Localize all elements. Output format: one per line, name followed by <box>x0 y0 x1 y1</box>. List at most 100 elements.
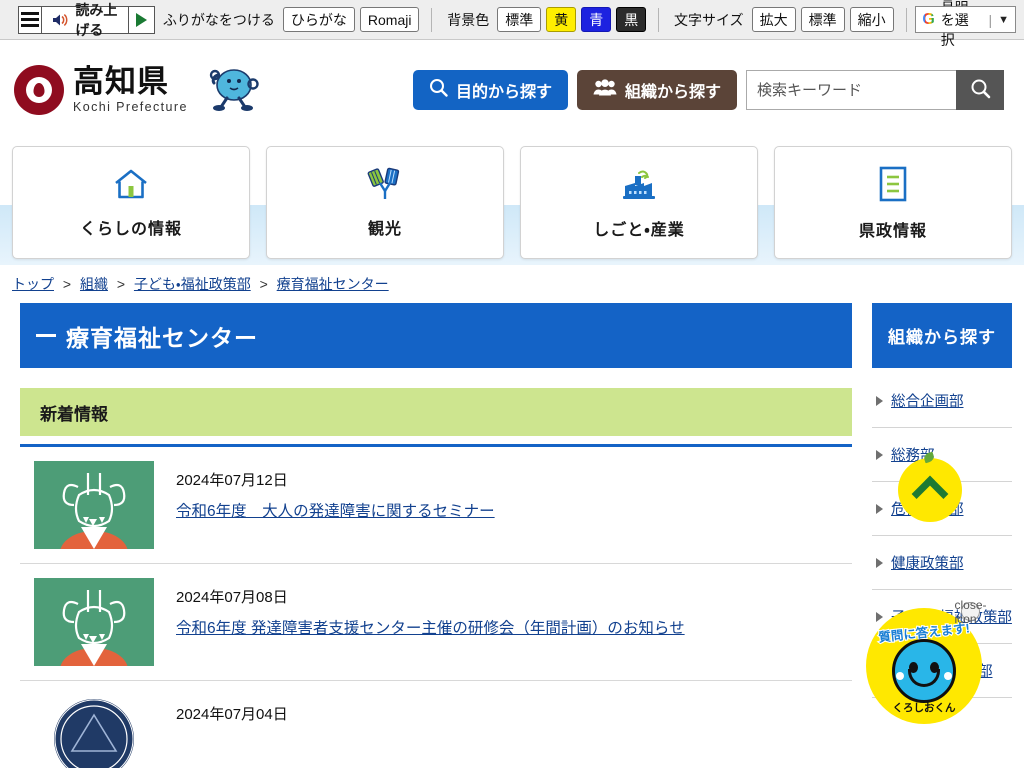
chevron-up-icon <box>911 475 949 513</box>
gnav-card-tourism[interactable]: 観光 <box>266 146 504 259</box>
search-submit-button[interactable] <box>956 70 1004 110</box>
bgcolor-blue-button[interactable]: 青 <box>581 7 612 32</box>
news-heading-label: 新着情報 <box>40 404 108 424</box>
furigana-hiragana-button[interactable]: ひらがな <box>282 7 355 32</box>
fontsize-smaller-button[interactable]: 縮小 <box>849 7 894 32</box>
sidebar-item-label[interactable]: 健康政策部 <box>891 552 964 573</box>
logo-text: 高知県 Kochi Prefecture <box>73 66 188 114</box>
news-item[interactable]: 2024年07月12日 令和6年度 大人の発達障害に関するセミナー <box>20 447 852 564</box>
logo-title-en: Kochi Prefecture <box>73 100 188 115</box>
gnav-card-prefectural-info[interactable]: 県政情報 <box>774 146 1012 259</box>
gnav-card-work-industry[interactable]: しごと・産業 <box>520 146 758 259</box>
toolbar-divider <box>658 7 659 32</box>
hamburger-menu-icon[interactable] <box>19 6 43 33</box>
title-dash-icon <box>36 334 56 337</box>
speaker-icon <box>51 12 71 28</box>
breadcrumb-item-top[interactable]: トップ <box>12 276 54 292</box>
festival-flag-icon <box>365 167 405 206</box>
chatbot-name-label: くろしおくん <box>892 702 956 714</box>
breadcrumb: トップ > 組織 > 子ども・福祉政策部 > 療育福祉センター <box>0 265 1024 303</box>
sidebar-heading: 組織から探す <box>872 303 1012 368</box>
site-logo[interactable]: 高知県 Kochi Prefecture <box>14 61 261 119</box>
close-icon[interactable]: close-icon <box>955 598 987 626</box>
fontsize-larger-button[interactable]: 拡大 <box>751 7 796 32</box>
people-group-icon <box>593 78 617 102</box>
bgcolor-yellow-button[interactable]: 黄 <box>546 7 577 32</box>
scroll-to-top-button[interactable] <box>898 458 962 522</box>
search-input[interactable] <box>746 70 956 110</box>
chevron-down-icon: ▼ <box>998 13 1009 26</box>
news-title-link[interactable]: 令和6年度 発達障害者支援センター主催の研修会（年間計画）のお知らせ <box>176 620 685 637</box>
gnav-label: 観光 <box>367 220 402 238</box>
sidebar-item-sogo-kikaku[interactable]: 総合企画部 <box>872 374 1012 428</box>
search-icon <box>970 78 991 102</box>
search-by-organization-button[interactable]: 組織から探す <box>576 70 737 110</box>
main-content: 療育福祉センター 新着情報 2024年07月12日 令和6年度 大人の発達障害に… <box>20 303 852 768</box>
factory-icon <box>619 166 659 207</box>
page-layout: 療育福祉センター 新着情報 2024年07月12日 令和6年度 大人の発達障害に… <box>0 303 1024 768</box>
sidebar: 組織から探す 総合企画部 総務部 危機管理部 健康政策部 子ども・福祉政策部 <box>866 303 1012 768</box>
kochi-prefecture-emblem-icon <box>14 65 64 115</box>
search-icon <box>429 78 448 102</box>
page-title-banner: 療育福祉センター <box>20 303 852 368</box>
furigana-label: ふりがなをつける <box>162 11 275 28</box>
news-text: 2024年07月08日 令和6年度 発達障害者支援センター主催の研修会（年間計画… <box>176 578 685 638</box>
toolbar-divider <box>431 7 433 32</box>
language-selector[interactable]: G 言語を選択 | ▼ <box>915 0 1016 48</box>
gnav-card-living-info[interactable]: くらしの情報 <box>12 146 250 259</box>
news-text: 2024年07月04日 <box>176 695 288 733</box>
play-triangle-icon[interactable] <box>129 7 154 33</box>
news-date: 2024年07月08日 <box>176 589 288 606</box>
bgcolor-standard-button[interactable]: 標準 <box>497 7 542 32</box>
news-item[interactable]: 2024年07月04日 <box>20 681 852 768</box>
breadcrumb-item-child-welfare-dept[interactable]: 子ども・福祉政策部 <box>134 276 251 292</box>
news-text: 2024年07月12日 令和6年度 大人の発達障害に関するセミナー <box>176 461 495 521</box>
triangle-right-icon <box>876 395 883 406</box>
sidebar-item-kenko-seisaku[interactable]: 健康政策部 <box>872 536 1012 590</box>
document-list-icon <box>876 165 910 208</box>
fontsize-standard-button[interactable]: 標準 <box>800 7 845 32</box>
toolbar-divider <box>905 7 907 32</box>
news-section-heading: 新着情報 <box>20 388 852 436</box>
triangle-right-icon <box>876 503 883 514</box>
global-navigation: くらしの情報 観光 しごと・産業 県政情報 <box>0 140 1024 265</box>
navy-circular-emblem-thumbnail <box>34 695 154 768</box>
news-date: 2024年07月04日 <box>176 706 288 723</box>
read-aloud-button[interactable]: 読み上げる <box>42 2 130 38</box>
breadcrumb-separator: > <box>62 276 72 292</box>
kuroshio-kun-mascot-icon <box>203 61 261 119</box>
triangle-right-icon <box>876 557 883 568</box>
news-title-link[interactable]: 令和6年度 大人の発達障害に関するセミナー <box>176 503 495 520</box>
google-g-icon: G <box>922 10 935 28</box>
page-title: 療育福祉センター <box>66 324 258 351</box>
gnav-label: くらしの情報 <box>79 220 182 238</box>
furigana-romaji-button[interactable]: Romaji <box>359 7 420 32</box>
news-item[interactable]: 2024年07月08日 令和6年度 発達障害者支援センター主催の研修会（年間計画… <box>20 564 852 681</box>
header-actions: 目的から探す 組織から探す <box>412 70 1004 110</box>
accessibility-toolbar: 読み上げる ふりがなをつける ひらがな Romaji 背景色 標準 黄 青 黒 … <box>0 0 1024 48</box>
gnav-label: 県政情報 <box>858 222 927 240</box>
breadcrumb-separator: > <box>116 276 126 292</box>
bgcolor-black-button[interactable]: 黒 <box>616 7 647 32</box>
chatbot-widget[interactable]: close-icon 質問に答えます! くろしおくん <box>866 598 987 724</box>
breadcrumb-separator: > <box>259 276 268 292</box>
breadcrumb-item-organization[interactable]: 組織 <box>80 276 108 292</box>
fontsize-label: 文字サイズ <box>673 11 744 28</box>
logo-title-jp: 高知県 <box>73 64 169 100</box>
gnav-label: しごと・産業 <box>593 221 685 239</box>
deer-illustration-green-thumbnail <box>34 578 154 666</box>
language-label: 言語を選択 <box>940 0 969 48</box>
triangle-right-icon <box>876 449 883 460</box>
kuroshio-kun-face-icon <box>892 638 956 703</box>
language-separator: | <box>988 11 993 28</box>
search-by-organization-label: 組織から探す <box>624 84 721 101</box>
search-by-purpose-button[interactable]: 目的から探す <box>412 70 568 110</box>
site-search <box>746 70 1004 110</box>
search-by-purpose-label: 目的から探す <box>455 84 552 101</box>
sidebar-item-label[interactable]: 総合企画部 <box>891 390 964 411</box>
breadcrumb-item-current[interactable]: 療育福祉センター <box>277 276 389 292</box>
read-aloud-label: 読み上げる <box>75 1 118 38</box>
house-icon <box>112 167 150 206</box>
speech-control-group: 読み上げる <box>18 2 155 38</box>
deer-illustration-green-thumbnail <box>34 461 154 549</box>
